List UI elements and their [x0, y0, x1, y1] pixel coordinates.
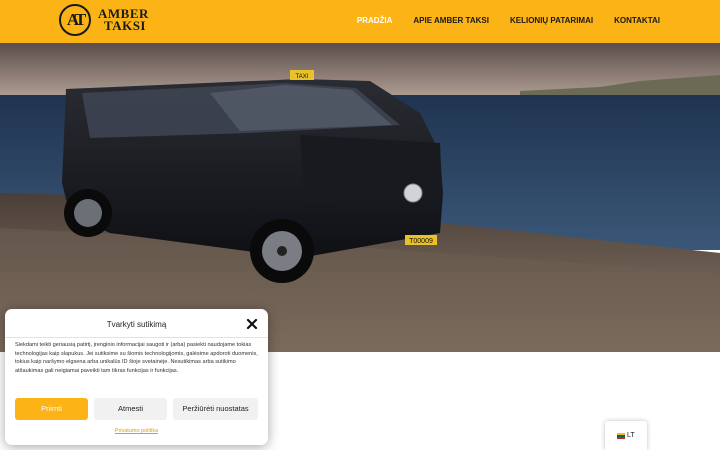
accept-button[interactable]: Priimti [15, 398, 88, 420]
roof-sign-text: TAXI [296, 74, 309, 80]
nav-item-about[interactable]: APIE AMBER TAKSI [413, 16, 489, 25]
cookie-dialog-title: Tvarkyti sutikimą [106, 320, 167, 329]
view-preferences-button[interactable]: Peržiūrėti nuostatas [173, 398, 258, 420]
divider [5, 337, 268, 338]
lithuania-flag-icon [617, 433, 625, 439]
logo-line-2: TAKSI [104, 18, 146, 33]
cookie-dialog-text: Siekdami teikti geriausią patirtį, įreng… [15, 342, 258, 374]
nav-item-contacts[interactable]: KONTAKTAI [614, 16, 660, 25]
site-header: AT AMBER TAKSI PRADŽIA APIE AMBER TAKSI … [0, 0, 720, 43]
deny-button[interactable]: Atmesti [94, 398, 167, 420]
close-icon[interactable] [246, 317, 258, 330]
cookie-consent-dialog: Tvarkyti sutikimą Siekdami teikti geriau… [5, 309, 268, 445]
language-switcher[interactable]: LT [605, 421, 647, 450]
logo-wordmark: AMBER TAKSI [98, 7, 149, 33]
language-code: LT [627, 432, 635, 439]
main-nav: PRADŽIA APIE AMBER TAKSI KELIONIŲ PATARI… [357, 16, 660, 25]
hero-image: T00009 TAXI [0, 43, 720, 352]
van-by-sea-illustration: T00009 TAXI [0, 43, 720, 352]
logo-monogram: AT [59, 4, 91, 36]
nav-item-travel-tips[interactable]: KELIONIŲ PATARIMAI [510, 16, 593, 25]
amber-taksi-logo[interactable]: AT AMBER TAKSI [59, 4, 159, 40]
privacy-policy-link[interactable]: Privatumo politika [5, 428, 268, 434]
nav-item-home[interactable]: PRADŽIA [357, 16, 393, 25]
plate-number: T00009 [409, 238, 433, 245]
